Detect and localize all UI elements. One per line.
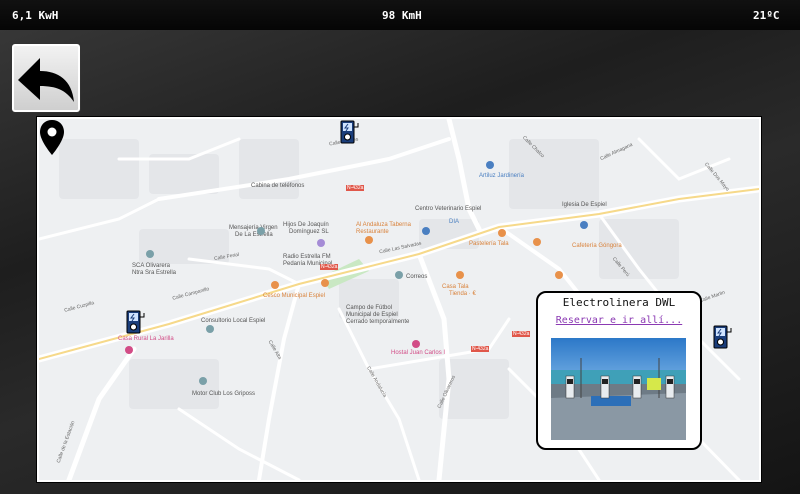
poi-icon[interactable] [206, 325, 214, 333]
place-label: Iglesia De Espiel [562, 202, 607, 208]
poi-icon[interactable] [456, 271, 464, 279]
poi-icon[interactable] [486, 161, 494, 169]
poi-icon[interactable] [498, 229, 506, 237]
station-name: Electrolinera DWL [562, 296, 676, 309]
poi-icon[interactable] [555, 271, 563, 279]
place-label: Hijos De Joaquín [283, 222, 329, 228]
ev-charger-icon[interactable] [713, 324, 733, 350]
place-label: Cerrado temporalmente [346, 319, 410, 325]
road-number-tag: N-432a [471, 346, 490, 352]
place-label: Hostal Juan Carlos I [391, 350, 446, 356]
poi-icon[interactable] [533, 238, 541, 246]
station-photo [551, 338, 686, 440]
place-label: Cabina de teléfonos [251, 183, 305, 189]
place-label: Correos [406, 274, 428, 280]
back-button[interactable] [12, 44, 80, 112]
energy-readout: 6,1 KwH [12, 9, 59, 22]
station-popup: Electrolinera DWL Reservar e ir allí... [536, 291, 702, 450]
road-number-tag: N-432a [346, 185, 365, 191]
place-label: Casa Rural La Jarilla [118, 336, 174, 342]
place-label: SCA Olivarera [132, 263, 171, 269]
status-bar: 6,1 KwH 98 KmH 21ºC [0, 0, 800, 30]
ev-charger-icon[interactable] [126, 309, 146, 335]
ev-charger-icon[interactable] [340, 119, 360, 145]
poi-icon[interactable] [125, 346, 133, 354]
poi-icon[interactable] [412, 340, 420, 348]
poi-icon[interactable] [422, 227, 430, 235]
poi-icon[interactable] [317, 239, 325, 247]
poi-icon[interactable] [365, 236, 373, 244]
poi-icon[interactable] [580, 221, 588, 229]
place-label: Pastelería Tala [469, 241, 509, 247]
place-label: Ntra Sra Estrella [132, 270, 177, 276]
poi-icon[interactable] [271, 281, 279, 289]
poi-icon[interactable] [321, 279, 329, 287]
place-label: Cesco Municipal Espiel [263, 293, 326, 299]
map-pin-icon[interactable] [39, 119, 65, 157]
reserve-link[interactable]: Reservar e ir allí... [538, 315, 700, 326]
place-label: Motor Club Los Griposs [192, 391, 256, 397]
place-label: Tienda · € [449, 291, 476, 297]
poi-icon[interactable] [146, 250, 154, 258]
road-number-tag: N-432a [320, 264, 339, 270]
temperature-readout: 21ºC [753, 9, 780, 22]
poi-icon[interactable] [199, 377, 207, 385]
place-label: Casa Tala [442, 284, 469, 290]
road-number-tag: N-432a [512, 331, 531, 337]
map-view[interactable]: Cabina de teléfonos Hijos De Joaquín Dom… [37, 117, 761, 482]
poi-icon[interactable] [257, 227, 265, 235]
place-label: Artiluz Jardinería [479, 173, 525, 179]
place-label: DIA [449, 219, 460, 225]
place-label: Al Andaluza Taberna [356, 222, 411, 228]
place-label: Consultorio Local Espiel [201, 318, 266, 324]
place-label: Radio Estrella FM [283, 254, 331, 260]
place-label: Mensajería Virgen [229, 225, 278, 231]
place-label: Domínguez SL [289, 229, 329, 235]
place-label: Municipal de Espiel [346, 312, 398, 318]
place-label: Campo de Fútbol [346, 305, 393, 311]
place-label: Cafetería Góngora [572, 243, 622, 249]
place-label: Restaurante [356, 229, 389, 235]
place-label: Centro Veterinario Espiel [415, 206, 482, 212]
speed-readout: 98 KmH [382, 9, 422, 22]
poi-icon[interactable] [395, 271, 403, 279]
place-label: De La Estrella [235, 232, 273, 238]
back-arrow-icon [18, 58, 74, 102]
